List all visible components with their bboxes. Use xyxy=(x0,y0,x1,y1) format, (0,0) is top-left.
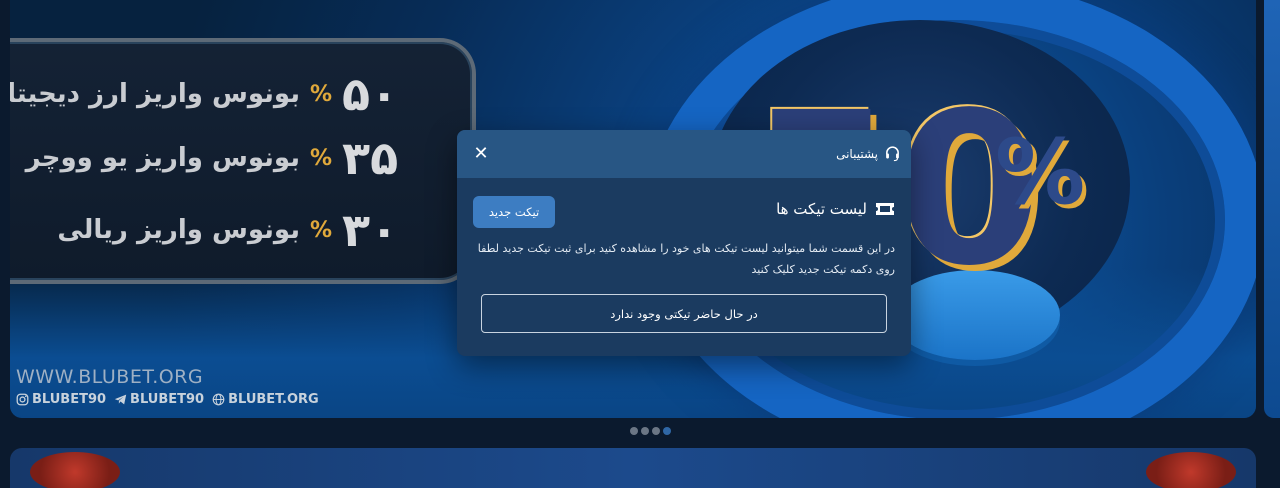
secondary-banner[interactable] xyxy=(10,448,1256,488)
site-watermark: WWW.BLUBET.ORG xyxy=(16,366,204,388)
hero-percent-sign: % xyxy=(995,120,1086,225)
headset-icon xyxy=(886,146,899,162)
carousel-dot-active[interactable] xyxy=(663,427,671,435)
close-button[interactable]: ✕ xyxy=(471,144,491,164)
percent-sign: % xyxy=(310,217,333,243)
percent-sign: % xyxy=(310,81,333,107)
bonus-row-voucher: بونوس واریز یو ووچر % ۳۵ xyxy=(10,130,460,186)
tickets-heading-label: لیست تیکت ها xyxy=(776,200,867,218)
social-handle: BLUBET90 xyxy=(32,392,107,407)
bonus-label: بونوس واریز ارز دیجیتال xyxy=(10,79,300,109)
carousel-dot[interactable] xyxy=(630,427,638,435)
carousel-dot[interactable] xyxy=(641,427,649,435)
bonus-row-rial: بونوس واریز ریالی % ۳۰ xyxy=(10,202,460,258)
casino-chips-left xyxy=(30,452,120,488)
social-telegram: BLUBET90 xyxy=(114,392,204,407)
globe-icon xyxy=(212,393,225,406)
banner-headline xyxy=(20,0,450,14)
support-title-label: پشتیبانی xyxy=(836,146,878,161)
bonus-row-crypto: بونوس واریز ارز دیجیتال % ۵۰ xyxy=(10,66,460,122)
bonus-panel: بونوس واریز ارز دیجیتال % ۵۰ بونوس واریز… xyxy=(10,38,476,284)
tickets-toolbar: تیکت جدید لیست تیکت ها xyxy=(473,196,895,228)
empty-tickets-message: در حال حاضر تیکتی وجود ندارد xyxy=(481,294,887,333)
casino-chips-right xyxy=(1146,452,1236,488)
social-handle: BLUBET90 xyxy=(130,392,205,407)
bonus-number: ۵۰ xyxy=(342,67,399,121)
bonus-label: بونوس واریز ریالی xyxy=(57,215,300,245)
ticket-icon xyxy=(876,203,894,215)
social-handle: BLUBET.ORG xyxy=(228,392,319,407)
tickets-description: در این قسمت شما میتوانید لیست تیکت های خ… xyxy=(477,242,895,276)
bonus-number: ۳۵ xyxy=(342,131,399,185)
carousel-dots xyxy=(630,427,671,435)
social-instagram: BLUBET90 xyxy=(16,392,106,407)
new-ticket-button[interactable]: تیکت جدید xyxy=(473,196,555,228)
support-title: پشتیبانی xyxy=(836,145,901,162)
modal-header: ✕ پشتیبانی xyxy=(457,130,911,178)
next-slide-peek[interactable] xyxy=(1264,0,1280,418)
carousel-dot[interactable] xyxy=(652,427,660,435)
bonus-number: ۳۰ xyxy=(342,203,399,257)
percent-sign: % xyxy=(310,145,333,171)
bonus-label: بونوس واریز یو ووچر xyxy=(25,143,300,173)
social-website: BLUBET.ORG xyxy=(212,392,319,407)
support-modal: ✕ پشتیبانی تیکت جدید لیست تیکت ها در این… xyxy=(457,130,911,356)
social-handles: BLUBET90 BLUBET90 BLUBET.ORG xyxy=(16,392,319,407)
telegram-icon xyxy=(114,394,127,405)
instagram-icon xyxy=(16,393,29,406)
tickets-heading: لیست تیکت ها xyxy=(776,200,895,218)
